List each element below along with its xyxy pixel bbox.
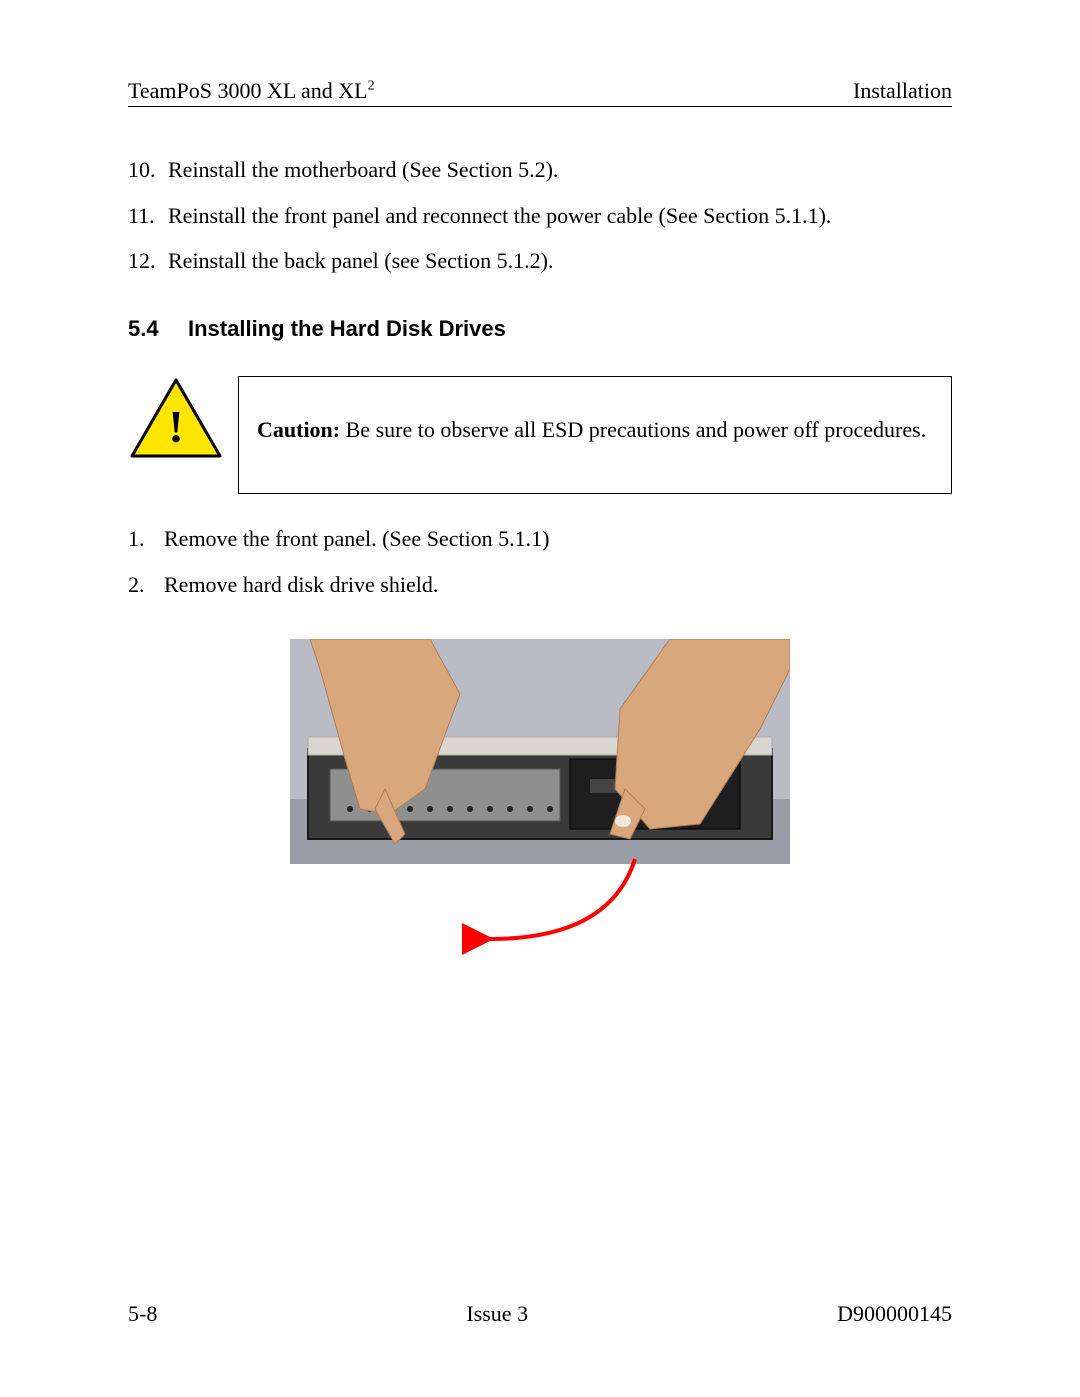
list-item: 1. Remove the front panel. (See Section …	[128, 524, 952, 554]
warning-mark: !	[168, 401, 183, 452]
step-text: Reinstall the motherboard (See Section 5…	[168, 155, 558, 185]
header-left: TeamPoS 3000 XL and XL2	[128, 78, 375, 104]
figure-container	[128, 639, 952, 964]
continued-steps: 10. Reinstall the motherboard (See Secti…	[128, 155, 952, 276]
step-number: 11.	[128, 201, 168, 231]
page-header: TeamPoS 3000 XL and XL2 Installation	[128, 78, 952, 107]
caution-text: Be sure to observe all ESD precautions a…	[340, 417, 926, 442]
caution-label: Caution:	[257, 417, 340, 442]
section-title: Installing the Hard Disk Drives	[188, 316, 506, 342]
header-right: Installation	[853, 78, 952, 104]
step-text: Remove hard disk drive shield.	[164, 570, 438, 600]
header-left-base: TeamPoS 3000 XL and XL	[128, 78, 368, 103]
list-item: 10. Reinstall the motherboard (See Secti…	[128, 155, 952, 185]
warning-triangle-icon: !	[128, 376, 226, 465]
section-heading: 5.4 Installing the Hard Disk Drives	[128, 316, 952, 342]
header-left-sup: 2	[368, 79, 375, 94]
step-text: Reinstall the back panel (see Section 5.…	[168, 246, 554, 276]
caution-block: ! Caution: Be sure to observe all ESD pr…	[128, 376, 952, 494]
section-number: 5.4	[128, 316, 188, 342]
hard-drive-shield-figure	[290, 639, 790, 964]
step-number: 1.	[128, 524, 164, 554]
step-number: 12.	[128, 246, 168, 276]
footer-issue: Issue 3	[466, 1301, 528, 1327]
footer-page-number: 5-8	[128, 1301, 157, 1327]
footer-doc-number: D900000145	[837, 1301, 952, 1327]
step-number: 10.	[128, 155, 168, 185]
list-item: 2. Remove hard disk drive shield.	[128, 570, 952, 600]
step-text: Reinstall the front panel and reconnect …	[168, 201, 831, 231]
list-item: 12. Reinstall the back panel (see Sectio…	[128, 246, 952, 276]
caution-box: Caution: Be sure to observe all ESD prec…	[238, 376, 952, 494]
step-text: Remove the front panel. (See Section 5.1…	[164, 524, 550, 554]
page-footer: 5-8 Issue 3 D900000145	[128, 1301, 952, 1327]
procedure-steps: 1. Remove the front panel. (See Section …	[128, 524, 952, 599]
list-item: 11. Reinstall the front panel and reconn…	[128, 201, 952, 231]
step-number: 2.	[128, 570, 164, 600]
